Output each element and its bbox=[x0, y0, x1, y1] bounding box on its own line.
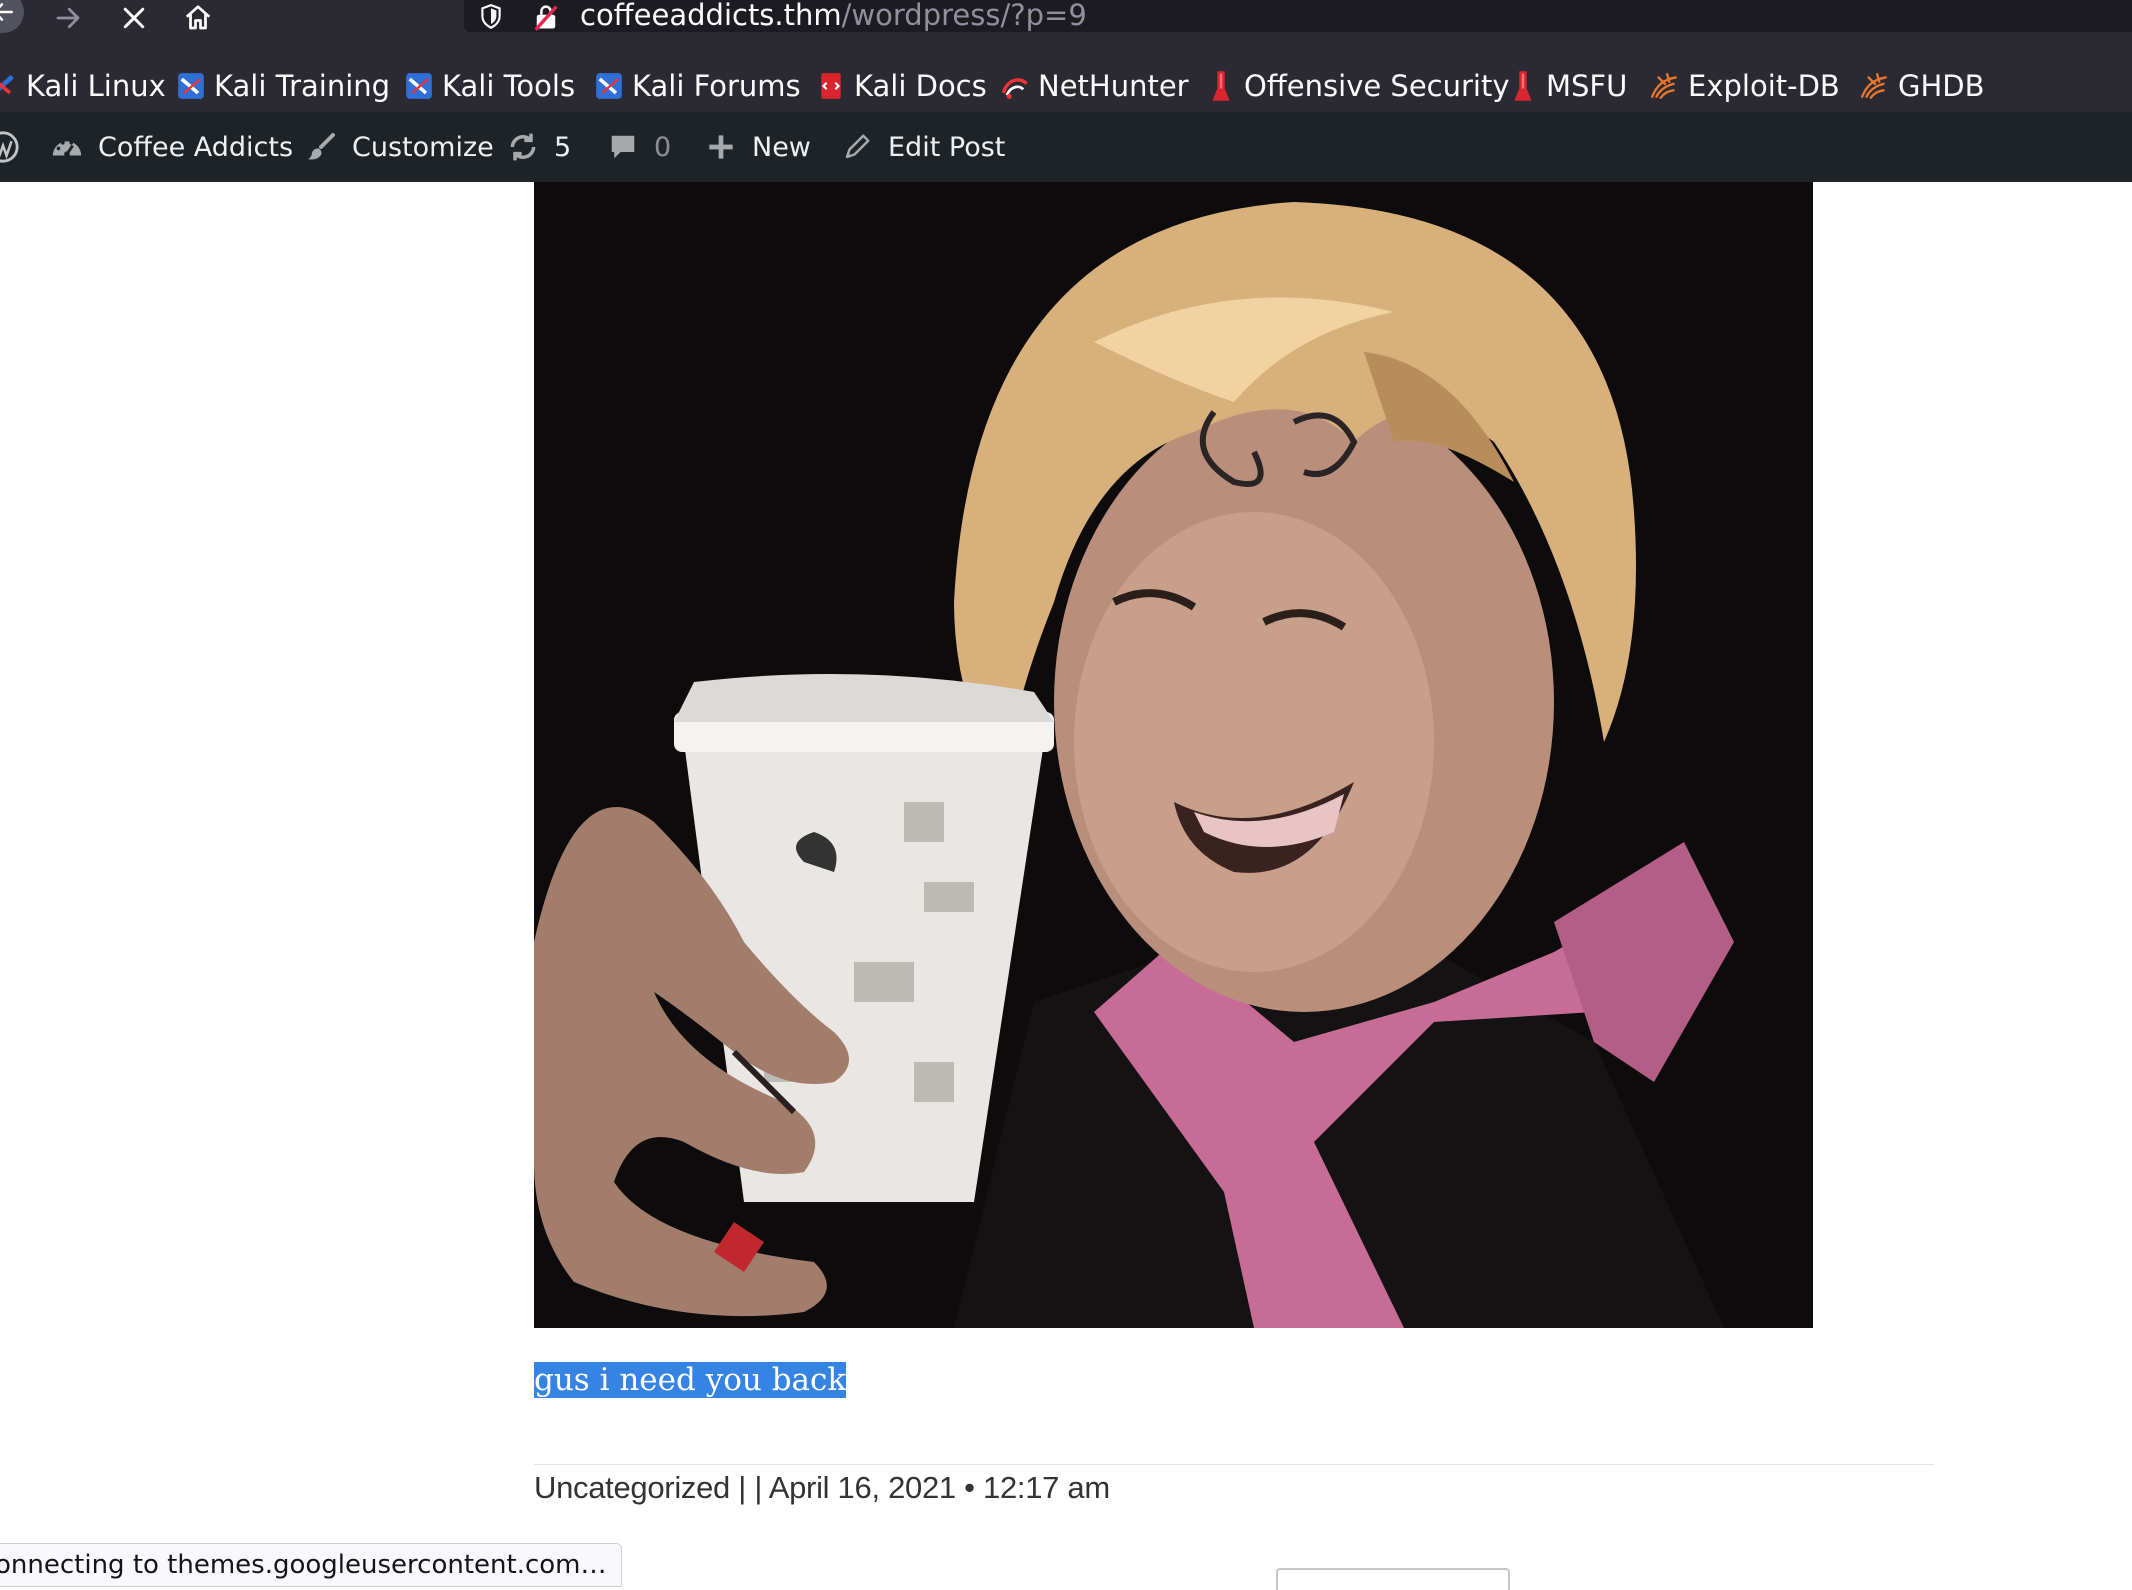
offsec-icon bbox=[1508, 71, 1538, 101]
back-button[interactable] bbox=[0, 0, 26, 36]
post-featured-image bbox=[534, 182, 1813, 1328]
edit-post-label: Edit Post bbox=[888, 131, 1006, 163]
meta-divider bbox=[534, 1464, 1934, 1465]
comment-bubble-icon bbox=[606, 130, 640, 164]
customize-link[interactable]: Customize bbox=[304, 112, 494, 182]
customize-label: Customize bbox=[352, 131, 494, 163]
stop-button[interactable] bbox=[112, 0, 156, 36]
bookmark-offensive-security[interactable]: Offensive Security bbox=[1206, 60, 1510, 112]
bookmark-label: Kali Forums bbox=[632, 69, 801, 103]
bookmarks-toolbar: Kali Linux Kali Training Kali Tools Kali… bbox=[0, 60, 2132, 112]
home-icon bbox=[185, 5, 211, 30]
post-content-text: gus i need you back bbox=[534, 1360, 847, 1400]
dashboard-gauge-icon bbox=[50, 130, 84, 164]
bookmark-exploit-db[interactable]: Exploit-DB bbox=[1650, 60, 1840, 112]
kali-dragon-icon bbox=[0, 71, 18, 101]
plus-icon bbox=[704, 130, 738, 164]
bookmark-label: Offensive Security bbox=[1244, 69, 1510, 103]
bookmark-msfu[interactable]: MSFU bbox=[1508, 60, 1627, 112]
home-button[interactable] bbox=[176, 0, 220, 36]
updates-link[interactable]: 5 bbox=[506, 112, 571, 182]
bookmark-ghdb[interactable]: GHDB bbox=[1860, 60, 1985, 112]
stop-x-icon bbox=[123, 7, 145, 29]
bookmark-kali-tools[interactable]: Kali Tools bbox=[404, 60, 575, 112]
wp-admin-bar: Coffee Addicts Customize 5 0 New Edit Po… bbox=[0, 112, 2132, 182]
kali-dragon-icon bbox=[176, 71, 206, 101]
bookmark-kali-linux[interactable]: Kali Linux bbox=[0, 60, 166, 112]
forward-arrow-icon bbox=[56, 7, 80, 29]
exploitdb-icon bbox=[1860, 71, 1890, 101]
coffee-selfie-illustration bbox=[534, 182, 1813, 1328]
browser-status-bar: onnecting to themes.googleusercontent.co… bbox=[0, 1543, 622, 1587]
wp-logo-menu[interactable] bbox=[0, 112, 34, 182]
kali-dragon-icon bbox=[594, 71, 624, 101]
pencil-icon bbox=[840, 130, 874, 164]
nethunter-icon bbox=[1000, 71, 1030, 101]
bookmark-nethunter[interactable]: NetHunter bbox=[1000, 60, 1189, 112]
exploitdb-icon bbox=[1650, 71, 1680, 101]
comments-count: 0 bbox=[654, 131, 672, 163]
paintbrush-icon bbox=[304, 130, 338, 164]
bookmark-label: Kali Tools bbox=[442, 69, 576, 103]
browser-toolbar: coffeeaddicts.thm/wordpress/?p=9 bbox=[0, 0, 2132, 36]
comments-link[interactable]: 0 bbox=[606, 112, 671, 182]
new-content-menu[interactable]: New bbox=[704, 112, 811, 182]
new-label: New bbox=[752, 131, 811, 163]
site-name-menu[interactable]: Coffee Addicts bbox=[50, 112, 293, 182]
bookmark-kali-docs[interactable]: Kali Docs bbox=[816, 60, 987, 112]
bookmark-label: Kali Docs bbox=[854, 69, 987, 103]
bookmark-kali-training[interactable]: Kali Training bbox=[176, 60, 390, 112]
insecure-lock-icon[interactable] bbox=[532, 0, 560, 34]
bookmark-label: MSFU bbox=[1546, 69, 1628, 103]
offsec-icon bbox=[1206, 71, 1236, 101]
kali-dragon-icon bbox=[404, 71, 434, 101]
url-path: /wordpress/?p=9 bbox=[841, 0, 1087, 32]
bookmark-label: NetHunter bbox=[1038, 69, 1189, 103]
partial-button[interactable] bbox=[1276, 1568, 1510, 1590]
bookmark-label: Kali Linux bbox=[26, 69, 166, 103]
updates-refresh-icon bbox=[506, 130, 540, 164]
site-name-label: Coffee Addicts bbox=[98, 131, 294, 163]
updates-count: 5 bbox=[554, 131, 572, 163]
bookmark-label: GHDB bbox=[1898, 69, 1985, 103]
post-meta[interactable]: Uncategorized | | April 16, 2021 • 12:17… bbox=[534, 1470, 1110, 1506]
url-host: coffeeaddicts.thm bbox=[580, 0, 842, 32]
forward-button[interactable] bbox=[46, 0, 90, 36]
back-arrow-icon bbox=[0, 3, 13, 21]
bookmark-kali-forums[interactable]: Kali Forums bbox=[594, 60, 801, 112]
bookmark-label: Kali Training bbox=[214, 69, 391, 103]
tracking-shield-icon[interactable] bbox=[478, 0, 504, 34]
wordpress-logo-icon bbox=[0, 130, 20, 164]
selected-text: gus i need you back bbox=[534, 1362, 847, 1398]
url-text[interactable]: coffeeaddicts.thm/wordpress/?p=9 bbox=[580, 0, 1087, 32]
edit-post-link[interactable]: Edit Post bbox=[840, 112, 1005, 182]
kali-docs-icon bbox=[816, 71, 846, 101]
bookmark-label: Exploit-DB bbox=[1688, 69, 1840, 103]
